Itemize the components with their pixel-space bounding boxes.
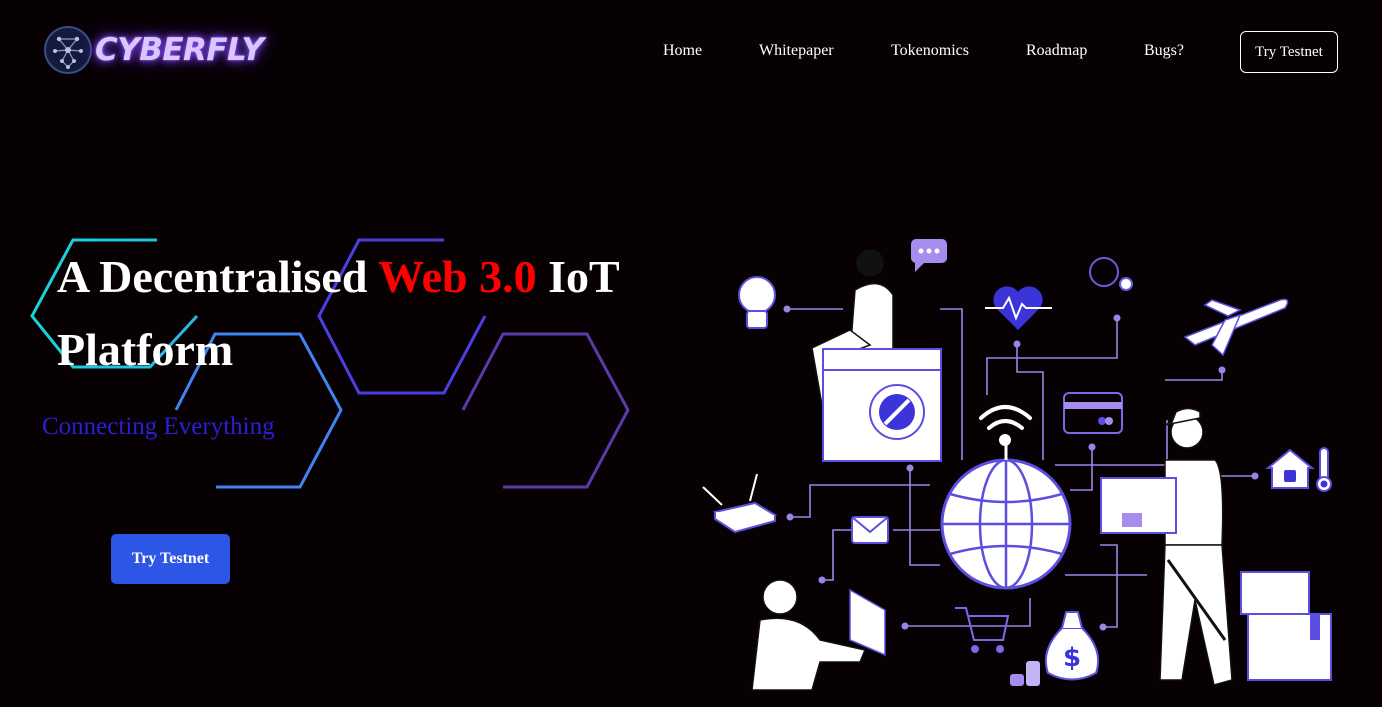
hero-title-part1: A Decentralised [57, 251, 379, 302]
thermometer-icon [1316, 447, 1332, 492]
weather-icon [1089, 257, 1133, 291]
credit-card-icon [1063, 392, 1123, 434]
hero-title-accent: Web 3.0 [378, 251, 537, 302]
airplane-icon [1183, 298, 1289, 357]
heart-rate-icon [985, 286, 1052, 330]
chat-bubble-icon [911, 239, 947, 272]
try-testnet-nav-button[interactable]: Try Testnet [1240, 31, 1338, 73]
delivery-person [1159, 407, 1233, 686]
nav-whitepaper[interactable]: Whitepaper [759, 42, 834, 60]
try-testnet-hero-button[interactable]: Try Testnet [111, 534, 230, 584]
router-icon [702, 473, 778, 534]
hero-title: A Decentralised Web 3.0 IoT Platform [57, 240, 697, 386]
shopping-cart-icon [955, 607, 1010, 653]
nav-tokenomics[interactable]: Tokenomics [891, 42, 969, 60]
nav-bugs[interactable]: Bugs? [1144, 42, 1184, 60]
svg-text:$: $ [1063, 643, 1081, 673]
iot-illustration: $ [702, 239, 1332, 691]
nav-roadmap[interactable]: Roadmap [1026, 42, 1087, 60]
money-bag-icon: $ [1010, 611, 1100, 686]
wifi-icon [979, 405, 1032, 446]
smart-home-icon [1265, 448, 1315, 489]
globe-icon [940, 445, 1072, 590]
person-laptop [751, 579, 886, 691]
hero-subtitle: Connecting Everything [42, 413, 275, 440]
washing-machine-icon [822, 348, 942, 462]
mail-icon [851, 516, 889, 544]
bulb-icon [738, 276, 776, 329]
